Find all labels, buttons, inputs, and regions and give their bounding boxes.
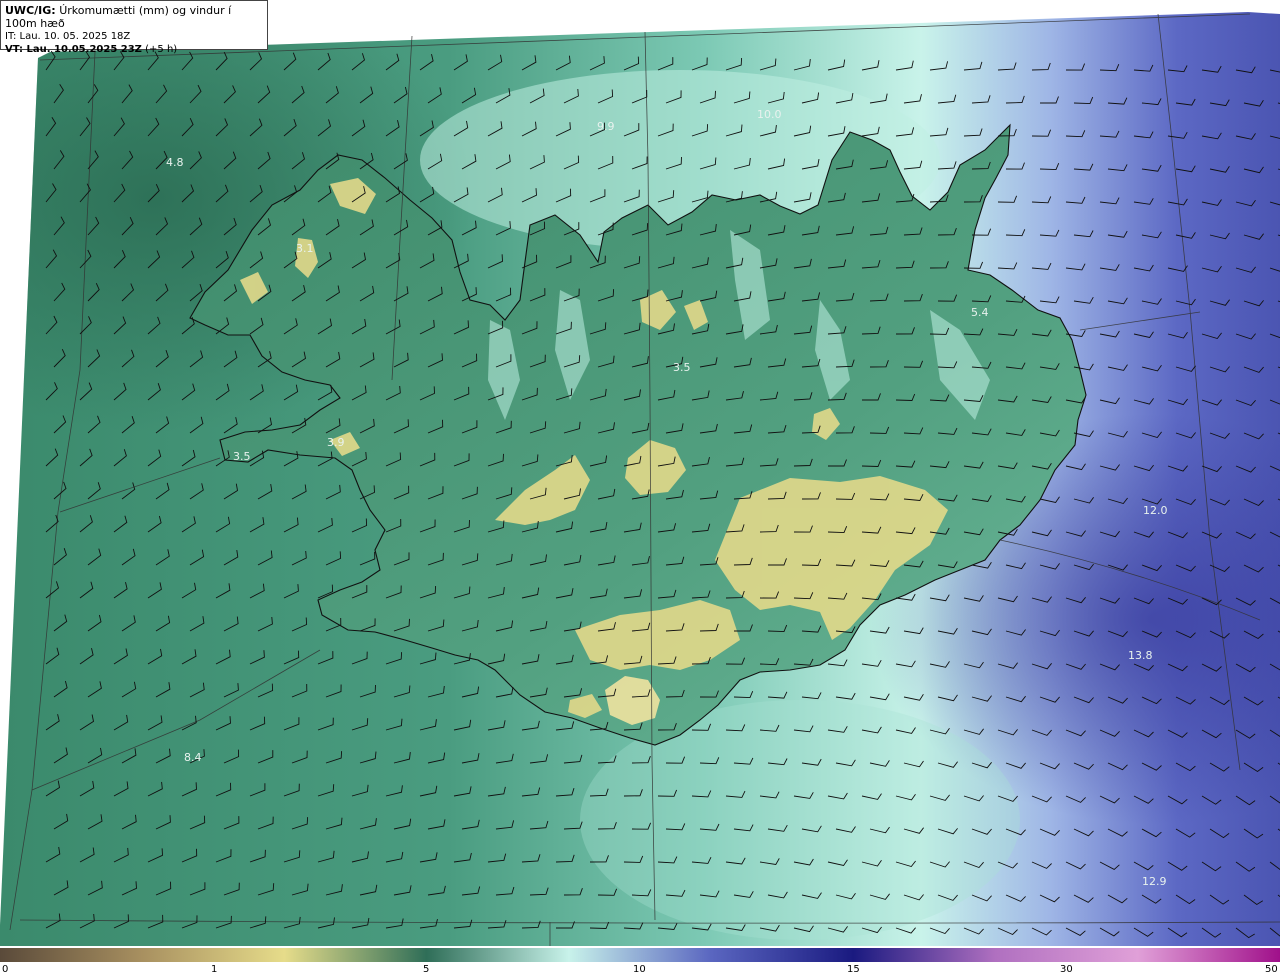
colorbar-tick: 30 bbox=[1060, 964, 1073, 975]
forecast-offset: (+5 h) bbox=[145, 44, 178, 55]
map-label-8: 12.0 bbox=[1143, 504, 1168, 517]
precipitation-wind-map: 4.8 3.1 3.5 3.9 9.9 10.0 5.4 3.5 12.0 13… bbox=[0, 0, 1280, 946]
map-label-4: 9.9 bbox=[597, 120, 615, 133]
map-label-6: 5.4 bbox=[971, 306, 989, 319]
map-label-7: 3.5 bbox=[673, 361, 691, 374]
colorbar-tick: 5 bbox=[423, 964, 430, 975]
map-label-5: 10.0 bbox=[757, 108, 782, 121]
map-label-1: 3.1 bbox=[296, 242, 314, 255]
colorbar-tick: 50 bbox=[1265, 964, 1278, 975]
map-label-0: 4.8 bbox=[166, 156, 184, 169]
valid-time-line: VT: Lau. 10.05.2025 23Z (+5 h) bbox=[5, 43, 263, 56]
map-label-2: 3.5 bbox=[233, 450, 251, 463]
colorbar-tick: 10 bbox=[633, 964, 646, 975]
colorbar-labels: 0 1 5 10 15 30 50 bbox=[0, 962, 1280, 978]
colorbar-tick: 0 bbox=[2, 964, 9, 975]
initial-time: IT: Lau. 10. 05. 2025 18Z bbox=[5, 31, 131, 42]
valid-time: VT: Lau. 10.05.2025 23Z bbox=[5, 44, 142, 55]
info-box: UWC/IG: Úrkomumætti (mm) og vindur í 100… bbox=[0, 0, 268, 55]
product-code: UWC/IG: bbox=[5, 4, 56, 17]
map-label-3: 3.9 bbox=[327, 436, 345, 449]
colorbar bbox=[0, 948, 1280, 962]
title-line: UWC/IG: Úrkomumætti (mm) og vindur í 100… bbox=[5, 4, 263, 30]
colorbar-tick: 1 bbox=[211, 964, 218, 975]
map-label-9: 13.8 bbox=[1128, 649, 1153, 662]
map-label-10: 12.9 bbox=[1142, 875, 1167, 888]
map-label-11: 8.4 bbox=[184, 751, 202, 764]
colorbar-tick: 15 bbox=[847, 964, 860, 975]
